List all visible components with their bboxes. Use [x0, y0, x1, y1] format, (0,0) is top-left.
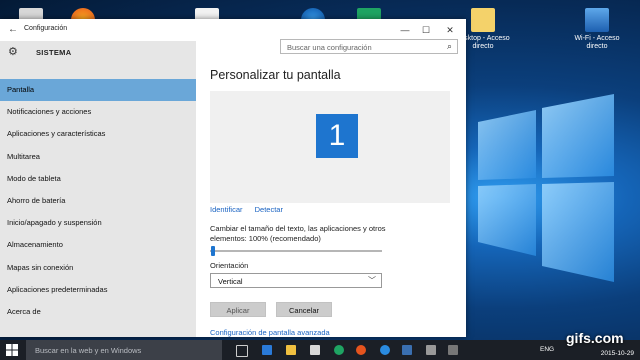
- file-explorer-icon[interactable]: [286, 345, 296, 355]
- slider-thumb[interactable]: [211, 246, 215, 256]
- taskbar: Buscar en la web y en Windows ENG 2015-1…: [0, 340, 640, 360]
- sidebar-item-notificaciones[interactable]: Notificaciones y acciones: [0, 101, 196, 123]
- gear-icon: ⚙: [8, 46, 18, 58]
- clock-date: 2015-10-29: [600, 350, 634, 357]
- sidebar-item-aplicaciones[interactable]: Aplicaciones y características: [0, 123, 196, 145]
- sidebar-nav: Pantalla Notificaciones y acciones Aplic…: [0, 79, 196, 323]
- display-preview: 1: [210, 91, 450, 203]
- orientation-value: Vertical: [218, 277, 243, 286]
- close-button[interactable]: ✕: [438, 22, 462, 38]
- monitor-tile[interactable]: 1: [316, 114, 358, 158]
- taskbar-app-icon-3[interactable]: [402, 345, 412, 355]
- language-indicator[interactable]: ENG: [540, 346, 554, 353]
- sidebar-item-modo-tableta[interactable]: Modo de tableta: [0, 168, 196, 190]
- section-title: SISTEMA: [36, 48, 72, 57]
- sidebar-item-acerca-de[interactable]: Acerca de: [0, 301, 196, 323]
- gifs-watermark: gifs.com: [566, 330, 624, 346]
- taskbar-app-icon-4[interactable]: [426, 345, 436, 355]
- sidebar-item-mapas[interactable]: Mapas sin conexión: [0, 257, 196, 279]
- task-view-icon[interactable]: [236, 345, 248, 357]
- wifi-shortcut-label: Wi-Fi - Acceso directo: [574, 35, 620, 50]
- cancel-button[interactable]: Cancelar: [276, 302, 332, 317]
- sidebar-item-almacenamiento[interactable]: Almacenamiento: [0, 234, 196, 256]
- wifi-shortcut-icon[interactable]: Wi-Fi - Acceso directo: [566, 8, 628, 51]
- window-title: Configuración: [24, 25, 68, 32]
- orientation-label: Orientación: [210, 261, 249, 270]
- edge-browser-icon[interactable]: [262, 345, 272, 355]
- sidebar: ⚙ SISTEMA Pantalla Notificaciones y acci…: [0, 41, 196, 337]
- detect-link[interactable]: Detectar: [255, 205, 283, 214]
- maximize-button[interactable]: ☐: [414, 22, 438, 38]
- sidebar-item-multitarea[interactable]: Multitarea: [0, 146, 196, 168]
- taskbar-search-placeholder: Buscar en la web y en Windows: [35, 346, 142, 355]
- display-links: Identificar Detectar: [210, 205, 293, 214]
- sidebar-item-ahorro-bateria[interactable]: Ahorro de batería: [0, 190, 196, 212]
- settings-taskbar-icon[interactable]: [448, 345, 458, 355]
- chevron-down-icon: ﹀: [368, 276, 376, 285]
- main-content: Personalizar tu pantalla 1 Identificar D…: [196, 41, 466, 337]
- taskbar-app-icon-1[interactable]: [334, 345, 344, 355]
- page-title: Personalizar tu pantalla: [210, 68, 341, 82]
- identify-link[interactable]: Identificar: [210, 205, 243, 214]
- windows-start-icon[interactable]: [6, 344, 18, 356]
- slider-track: [210, 250, 382, 252]
- taskbar-app-icon-2[interactable]: [380, 345, 390, 355]
- orientation-select[interactable]: Vertical ﹀: [210, 273, 382, 288]
- windows-logo-wallpaper: [478, 94, 614, 282]
- firefox-taskbar-icon[interactable]: [356, 345, 366, 355]
- title-bar: ← Configuración — ☐ ✕: [0, 19, 466, 41]
- apply-button[interactable]: Aplicar: [210, 302, 266, 317]
- scale-slider[interactable]: [210, 246, 382, 256]
- settings-window: ← Configuración — ☐ ✕ ⚙ SISTEMA Pantalla…: [0, 19, 466, 337]
- sidebar-item-inicio-apagado[interactable]: Inicio/apagado y suspensión: [0, 212, 196, 234]
- back-arrow-icon[interactable]: ←: [8, 24, 18, 35]
- advanced-display-link[interactable]: Configuración de pantalla avanzada: [210, 328, 330, 337]
- sidebar-item-predeterminadas[interactable]: Aplicaciones predeterminadas: [0, 279, 196, 301]
- scale-label: Cambiar el tamaño del texto, las aplicac…: [210, 224, 386, 243]
- taskbar-search-box[interactable]: Buscar en la web y en Windows: [26, 340, 222, 360]
- store-icon[interactable]: [310, 345, 320, 355]
- sidebar-item-pantalla[interactable]: Pantalla: [0, 79, 196, 102]
